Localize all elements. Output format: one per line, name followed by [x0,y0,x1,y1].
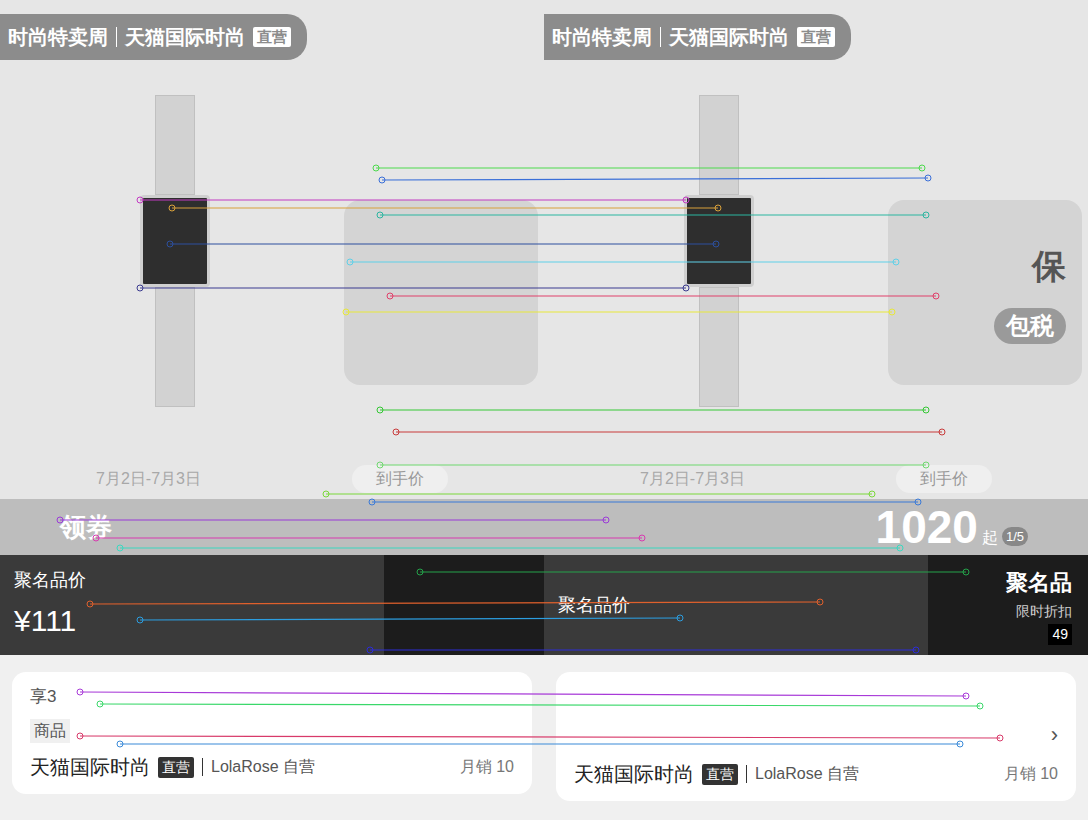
image-body [0,60,544,465]
price-suffix: 起 [982,526,998,550]
event-header: 时尚特卖周天猫国际时尚直营 [0,14,307,60]
event-title: 时尚特卖周 [552,22,652,52]
shop-name[interactable]: 天猫国际时尚 [30,752,150,782]
hand-price-label: 到手价 [352,465,448,493]
goods-tag: 商品 [30,719,70,743]
match-line [117,545,903,551]
store-title: 天猫国际时尚 [125,22,245,52]
store-badge: 直营 [253,27,291,47]
match-line [343,309,895,315]
promo-badge: 保包税 [888,200,1082,385]
promo-small-text: 包税 [994,308,1066,344]
match-line [169,205,721,211]
match-line [167,241,719,247]
match-line [373,165,925,171]
offer-line [574,684,1058,710]
shop-badge: 直营 [158,757,194,778]
match-line [77,689,969,699]
screenshot-panel: 时尚特卖周天猫国际时尚直营保包税7月2日-7月3日到手价1020起1/5聚名品价… [544,0,1088,820]
match-line [137,197,689,203]
screenshot-panel: 时尚特卖周天猫国际时尚直营7月2日-7月3日到手价领券聚名品价¥111享3商品天… [0,0,544,820]
offer-line: 享3 [30,684,514,710]
event-header: 时尚特卖周天猫国际时尚直营 [544,14,851,60]
match-line [377,462,929,468]
store-badge: 直营 [797,27,835,47]
flash-sale-box [384,555,544,655]
flash-sub: 限时折扣 [1016,601,1072,622]
match-line [393,429,945,435]
match-line [77,733,1003,741]
shop-badge: 直营 [702,764,738,785]
page-indicator: 1/5 [1002,527,1028,547]
monthly-sales: 月销 10 [460,755,514,779]
match-line [323,491,875,497]
divider [660,27,661,47]
date-row: 7月2日-7月3日 到手价 [544,465,1088,499]
promo-date: 7月2日-7月3日 [96,467,201,491]
match-line [387,293,939,299]
event-title: 时尚特卖周 [8,22,108,52]
flash-sale-box: 聚名品限时折扣49 [928,555,1088,655]
match-line [379,175,931,183]
match-line [97,701,983,709]
match-line [137,285,689,291]
feature-matches [0,0,1088,820]
shop-card: 享3 商品天猫国际时尚直营 LolaRose 自营 月销 10 [12,672,532,794]
hand-price-label: 到手价 [896,465,992,493]
divider [116,27,117,47]
coupon-strip: 1020起1/5 [544,499,1088,555]
match-line [377,407,929,413]
image-body: 保包税 [544,60,1088,465]
match-line [117,741,963,747]
price-band: 聚名品价 ¥111 [0,555,544,655]
shop-name[interactable]: 天猫国际时尚 [574,759,694,789]
match-line [417,569,969,575]
shop-card: › 天猫国际时尚直营 LolaRose 自营 月销 10 [556,672,1076,801]
brand: LolaRose 自营 [755,762,859,786]
countdown: 49 [1048,624,1072,645]
flash-title: 聚名品 [1006,566,1072,599]
match-line [347,259,899,265]
match-line [137,615,683,623]
promo-big-text: 保 [1032,241,1066,292]
monthly-sales: 月销 10 [1004,762,1058,786]
match-visualization: 时尚特卖周天猫国际时尚直营7月2日-7月3日到手价领券聚名品价¥111享3商品天… [0,0,1088,820]
brand: LolaRose 自营 [211,755,315,779]
hand-price: 1020 [876,504,978,550]
product-image-area: 时尚特卖周天猫国际时尚直营保包税7月2日-7月3日到手价1020起1/5聚名品价… [544,0,1088,655]
band-label: 聚名品价 [558,592,630,619]
band-label: 聚名品价 [14,567,86,594]
coupon-text: 领券 [60,508,112,547]
date-row: 7月2日-7月3日 到手价 [0,465,544,499]
product-image-area: 时尚特卖周天猫国际时尚直营 7月2日-7月3日 到手价领券聚名品价 ¥111 [0,0,544,655]
promo-badge [344,200,538,385]
band-price: ¥111 [14,598,86,643]
chevron[interactable]: › [1051,718,1058,751]
match-line [377,212,929,218]
match-line [87,599,823,607]
watch-picture [140,95,210,407]
promo-date: 7月2日-7月3日 [640,467,745,491]
price-band: 聚名品价 聚名品限时折扣49 [544,555,1088,655]
match-line [367,647,919,653]
match-line [93,535,645,541]
match-line [369,499,921,505]
coupon-strip: 领券 [0,499,544,555]
match-line [57,517,609,523]
store-title: 天猫国际时尚 [669,22,789,52]
watch-picture [684,95,754,407]
